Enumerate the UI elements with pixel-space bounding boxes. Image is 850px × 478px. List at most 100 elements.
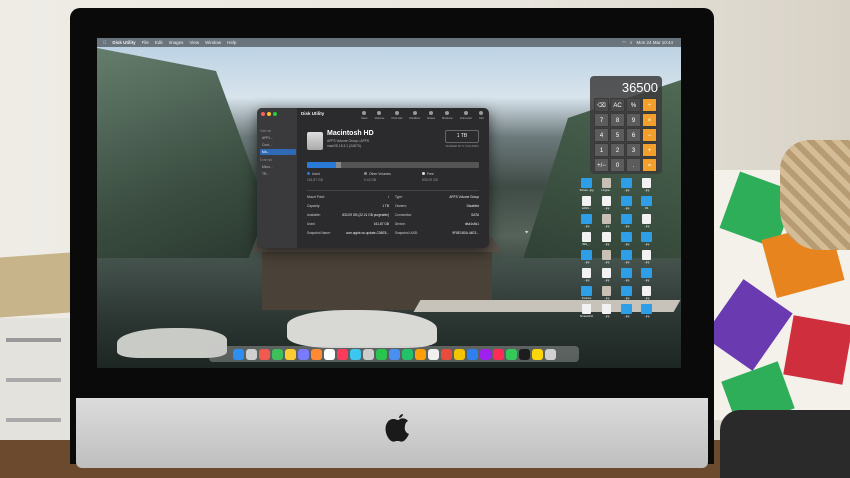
desktop-file-icon[interactable]: ...jpg (619, 268, 634, 285)
calc-key[interactable]: 9 (626, 113, 641, 127)
dock-app-icon[interactable] (258, 348, 270, 360)
desktop-file-icon[interactable]: ...jpg (599, 196, 614, 213)
dock-app-icon[interactable] (440, 348, 452, 360)
dock-app-icon[interactable] (375, 348, 387, 360)
menu-view[interactable]: View (189, 40, 199, 45)
desktop-file-icon[interactable]: ...jpg (639, 304, 654, 321)
desktop-file-icon[interactable]: ...jpg (579, 250, 594, 267)
dock-app-icon[interactable] (453, 348, 465, 360)
sidebar-item-disk[interactable]: APPL... (260, 135, 296, 141)
dock-app-icon[interactable] (232, 348, 244, 360)
calc-key[interactable]: ÷ (642, 98, 657, 112)
calc-key[interactable]: ⌫ (594, 98, 609, 112)
dock-app-icon[interactable] (401, 348, 413, 360)
desktop-file-icon[interactable]: ...jpg (639, 250, 654, 267)
dock-app-icon[interactable] (284, 348, 296, 360)
desktop-file-icon[interactable]: Lingua... (599, 178, 614, 195)
desktop-file-icon[interactable]: ...jpg (599, 250, 614, 267)
dock-app-icon[interactable] (336, 348, 348, 360)
dock-app-icon[interactable] (466, 348, 478, 360)
menu-window[interactable]: Window (205, 40, 221, 45)
calc-key[interactable]: 6 (626, 128, 641, 142)
desktop-file-icon[interactable]: ...jpg (599, 304, 614, 321)
calc-key[interactable]: 5 (610, 128, 625, 142)
desktop-file-icon[interactable]: ...jpg (619, 250, 634, 267)
desktop-file-icon[interactable]: ...jpg (619, 304, 634, 321)
dock-app-icon[interactable] (492, 348, 504, 360)
desktop-file-icon[interactable]: Screen...jpg (579, 178, 594, 195)
calc-key[interactable]: 8 (610, 113, 625, 127)
sidebar-item-external-1[interactable]: Micro... (260, 164, 296, 170)
restore-button[interactable]: Restore (442, 111, 453, 120)
calc-key[interactable]: % (626, 98, 641, 112)
desktop-file-icon[interactable]: ...jpg (579, 214, 594, 231)
dock-app-icon[interactable] (362, 348, 374, 360)
menu-images[interactable]: Images (169, 40, 184, 45)
menu-edit[interactable]: Edit (155, 40, 163, 45)
info-button[interactable]: Info (479, 111, 484, 120)
dock-app-icon[interactable] (310, 348, 322, 360)
desktop-file-icon[interactable]: ...jpg (619, 196, 634, 213)
desktop-file-icon[interactable]: ...jpg (599, 214, 614, 231)
dock-app-icon[interactable] (297, 348, 309, 360)
desktop-file-icon[interactable]: IMG_... (579, 232, 594, 249)
desktop-file-icon[interactable]: sc021... (579, 196, 594, 213)
desktop-file-icon[interactable]: ...jpg (619, 214, 634, 231)
desktop-file-icon[interactable]: ...jpg (599, 232, 614, 249)
zoom-button[interactable] (273, 112, 277, 116)
calc-key[interactable]: − (642, 128, 657, 142)
desktop-file-icon[interactable]: ...jpg (639, 268, 654, 285)
calc-key[interactable]: 3 (626, 143, 641, 157)
desktop-file-icon[interactable]: CS (639, 196, 654, 213)
desktop-file-icon[interactable]: ...jpg (639, 178, 654, 195)
dock-app-icon[interactable] (414, 348, 426, 360)
desktop-file-icon[interactable]: ...jpg (619, 178, 634, 195)
partition-button[interactable]: Partition (409, 111, 420, 120)
calc-key[interactable]: 7 (594, 113, 609, 127)
desktop-file-icon[interactable]: ...jpg (599, 268, 614, 285)
view-button[interactable]: View (361, 111, 367, 120)
dock-app-icon[interactable] (505, 348, 517, 360)
menu-help[interactable]: Help (227, 40, 236, 45)
dock-app-icon[interactable] (245, 348, 257, 360)
dock-app-icon[interactable] (388, 348, 400, 360)
menu-app-name[interactable]: Disk Utility (112, 40, 135, 45)
desktop-file-icon[interactable]: Invoices (579, 286, 594, 303)
search-icon[interactable]: ⌕ (630, 40, 633, 46)
calc-key[interactable]: 4 (594, 128, 609, 142)
menubar-clock[interactable]: Mon 24 Mar 10:44 (636, 40, 673, 46)
unmount-button[interactable]: Unmount (460, 111, 472, 120)
erase-button[interactable]: Erase (427, 111, 435, 120)
calc-key[interactable]: 0 (610, 158, 625, 172)
dock-app-icon[interactable] (323, 348, 335, 360)
calc-key[interactable]: AC (610, 98, 625, 112)
dock-app-icon[interactable] (479, 348, 491, 360)
dock-app-icon[interactable] (531, 348, 543, 360)
apple-menu-icon[interactable]:  (103, 40, 106, 45)
desktop-file-icon[interactable]: ...jpg (639, 214, 654, 231)
desktop-file-icon[interactable]: ...jpg (619, 232, 634, 249)
calc-key[interactable]: 2 (610, 143, 625, 157)
volume-button[interactable]: Volume (374, 111, 384, 120)
sidebar-item-external-2[interactable]: TR... (260, 171, 296, 177)
dock-app-icon[interactable] (349, 348, 361, 360)
calc-key[interactable]: = (642, 158, 657, 172)
minimize-button[interactable] (267, 112, 271, 116)
desktop-file-icon[interactable]: ...jpg (639, 286, 654, 303)
calc-key[interactable]: . (626, 158, 641, 172)
wifi-icon[interactable]: ◠ (622, 40, 626, 46)
desktop-file-icon[interactable]: ...jpg (599, 286, 614, 303)
desktop-file-icon[interactable]: ...jpg (639, 232, 654, 249)
first-aid-button[interactable]: First Aid (391, 111, 402, 120)
menu-file[interactable]: File (142, 40, 149, 45)
calc-key[interactable]: 1 (594, 143, 609, 157)
desktop-file-icon[interactable]: ...jpg (579, 268, 594, 285)
dock-app-icon[interactable] (518, 348, 530, 360)
desktop-file-icon[interactable]: Screenshot (579, 304, 594, 321)
desktop-file-icon[interactable]: ...jpg (619, 286, 634, 303)
calc-key[interactable]: + (642, 143, 657, 157)
dock-app-icon[interactable] (427, 348, 439, 360)
calc-key[interactable]: +/− (594, 158, 609, 172)
calc-key[interactable]: × (642, 113, 657, 127)
close-button[interactable] (261, 112, 265, 116)
